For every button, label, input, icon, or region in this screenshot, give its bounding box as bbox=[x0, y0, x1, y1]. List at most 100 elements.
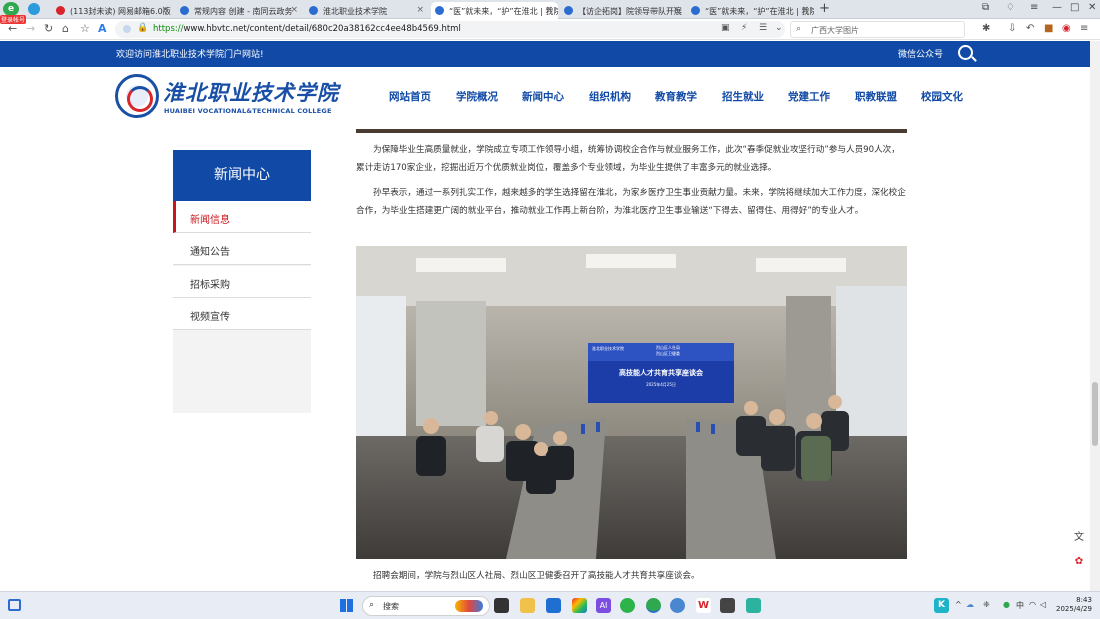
ai-assistant-icon[interactable]: A bbox=[98, 22, 107, 35]
window-close-icon[interactable]: ✕ bbox=[1088, 2, 1096, 13]
reload-icon[interactable]: ↻ bbox=[44, 22, 53, 35]
search-input[interactable]: ⌕ 广西大学图片 bbox=[790, 21, 965, 38]
new-tab-button[interactable]: + bbox=[819, 1, 830, 16]
tab-government-cloud[interactable]: 常规内容 创建 - 南同云政务 × bbox=[176, 2, 303, 19]
page-scrollbar[interactable] bbox=[1090, 41, 1100, 591]
tray-ime-icon[interactable]: 中 bbox=[1016, 600, 1024, 611]
tab-counter-icon[interactable]: ⧉ bbox=[982, 2, 989, 13]
site-header: 淮北职业技术学院 HUAIBEI VOCATIONAL&TECHNICAL CO… bbox=[0, 67, 1090, 129]
favorite-icon[interactable]: ☆ bbox=[80, 22, 90, 35]
store-icon[interactable] bbox=[546, 598, 561, 613]
tab-college-home[interactable]: 淮北职业技术学院 × bbox=[305, 2, 429, 19]
close-icon[interactable]: × bbox=[672, 5, 680, 15]
wechat-icon[interactable] bbox=[620, 598, 635, 613]
tab-netease-mail[interactable]: (113封未读) 网易邮箱6.0版 × bbox=[52, 2, 174, 19]
media-icon[interactable] bbox=[720, 598, 735, 613]
apps-icon[interactable] bbox=[572, 598, 587, 613]
ai-app-icon[interactable]: AI bbox=[596, 598, 611, 613]
assistant-float-icon[interactable]: ✿ bbox=[1071, 556, 1087, 572]
task-view-icon[interactable] bbox=[494, 598, 509, 613]
settings-menu-icon[interactable]: ≡ bbox=[1080, 23, 1088, 34]
tray-browser-icon[interactable]: ● bbox=[1003, 600, 1010, 609]
telegram-icon[interactable] bbox=[28, 3, 40, 15]
screen-organizer-1: 淮北职业技术学院 bbox=[592, 346, 624, 351]
taskbar-clock[interactable]: 8:43 2025/4/29 bbox=[1056, 596, 1092, 614]
start-icon[interactable] bbox=[340, 599, 353, 612]
login-badge[interactable]: 登录帐号 bbox=[0, 15, 27, 24]
sidebar-item-notices[interactable]: 通知公告 bbox=[173, 233, 311, 265]
wechat-link[interactable]: 微信公众号 bbox=[898, 47, 943, 60]
minimize-icon[interactable]: — bbox=[1052, 2, 1062, 13]
tray-up-icon[interactable]: ^ bbox=[955, 600, 962, 609]
nav-party-building[interactable]: 党建工作 bbox=[788, 89, 830, 104]
college-emblem-icon[interactable] bbox=[115, 74, 159, 118]
college-logo-text[interactable]: 淮北职业技术学院 bbox=[163, 77, 339, 107]
nav-campus-culture[interactable]: 校园文化 bbox=[921, 89, 963, 104]
article-paragraph: 为保障毕业生高质量就业，学院成立专项工作领导小组，统筹协调校企合作与就业服务工作… bbox=[356, 145, 900, 173]
shirt-icon[interactable]: ♢ bbox=[1006, 2, 1015, 13]
screen-organizer-2: 烈山区人社局 bbox=[656, 345, 680, 350]
clock-time: 8:43 bbox=[1076, 596, 1092, 604]
meeting-photo-drawing bbox=[356, 246, 907, 559]
nav-education[interactable]: 教育教学 bbox=[655, 89, 697, 104]
cloud-icon[interactable] bbox=[670, 598, 685, 613]
sidebar-item-videos[interactable]: 视频宣传 bbox=[173, 298, 311, 330]
screen-date: 2025年4月25日 bbox=[646, 382, 676, 387]
browser-taskbar-icon[interactable] bbox=[646, 598, 661, 613]
forward-icon[interactable]: → bbox=[26, 22, 35, 35]
maximize-icon[interactable]: □ bbox=[1070, 2, 1079, 13]
undo-icon[interactable]: ↶ bbox=[1026, 23, 1034, 34]
screenshot-icon[interactable]: ▣ bbox=[721, 23, 730, 33]
close-icon[interactable]: × bbox=[545, 5, 553, 15]
search-highlight-icon bbox=[455, 600, 483, 612]
scrollbar-thumb[interactable] bbox=[1092, 382, 1098, 446]
meeting-photo[interactable]: 淮北职业技术学院 烈山区人社局 烈山区卫健委 高技能人才共育共享座谈会 2025… bbox=[356, 246, 907, 559]
nav-about[interactable]: 学院概况 bbox=[456, 89, 498, 104]
tab-article-active[interactable]: “医”就未来，“护”在淮北 | 我院 × bbox=[431, 2, 558, 19]
wifi-icon[interactable]: ◠ bbox=[1029, 600, 1036, 609]
close-icon[interactable]: × bbox=[801, 5, 809, 15]
tray-cloud-icon[interactable]: ☁ bbox=[966, 600, 974, 609]
close-icon[interactable]: × bbox=[161, 5, 169, 15]
site-top-bar: 欢迎访问淮北职业技术学院门户网站! 微信公众号 bbox=[0, 41, 1090, 67]
wps-icon[interactable]: W bbox=[696, 598, 711, 613]
games-icon[interactable]: ◉ bbox=[1062, 23, 1071, 34]
tab-enterprise-visit[interactable]: 【访企拓岗】院领导带队开展 × bbox=[560, 2, 685, 19]
tray-sync-icon[interactable]: ❈ bbox=[983, 600, 990, 609]
tab-article-duplicate[interactable]: “医”就未来，“护”在淮北 | 我院 × bbox=[687, 2, 814, 19]
sidebar-item-bidding[interactable]: 招标采购 bbox=[173, 266, 311, 298]
globe-icon bbox=[309, 6, 318, 15]
shield-icon bbox=[123, 25, 131, 33]
sidebar-item-news-info[interactable]: 新闻信息 bbox=[173, 201, 311, 233]
mail-icon bbox=[56, 6, 65, 15]
lightning-icon[interactable]: ⚡ bbox=[741, 23, 747, 33]
chevron-down-icon[interactable]: ⌄ bbox=[775, 23, 783, 33]
extensions-icon[interactable]: ✱ bbox=[982, 23, 990, 34]
reader-icon[interactable]: ☰ bbox=[759, 23, 767, 33]
widgets-icon[interactable] bbox=[8, 599, 21, 611]
nav-organization[interactable]: 组织机构 bbox=[589, 89, 631, 104]
taskbar-search[interactable]: ⌕ 搜索 bbox=[362, 596, 490, 616]
translate-icon[interactable]: 文 bbox=[1071, 528, 1087, 544]
home-icon[interactable]: ⌂ bbox=[62, 22, 69, 35]
nav-alliance[interactable]: 职教联盟 bbox=[855, 89, 897, 104]
site-search-handle bbox=[971, 56, 977, 62]
windows-taskbar: ⌕ 搜索 AI W K ^ ☁ ❈ ● 中 ◠ ◁ 8:43 2025/4/29 bbox=[0, 591, 1100, 619]
close-icon[interactable]: × bbox=[290, 5, 298, 15]
k-app-icon[interactable]: K bbox=[934, 598, 949, 613]
nav-news[interactable]: 新闻中心 bbox=[522, 89, 564, 104]
close-icon[interactable]: × bbox=[416, 5, 424, 15]
browser-tab-strip: e 登录帐号 (113封未读) 网易邮箱6.0版 × 常规内容 创建 - 南同云… bbox=[0, 0, 1100, 24]
nav-admissions[interactable]: 招生就业 bbox=[722, 89, 764, 104]
browser-logo-icon[interactable]: e bbox=[3, 2, 19, 16]
volume-icon[interactable]: ◁ bbox=[1040, 600, 1046, 609]
url-field[interactable]: 🔒 https://www.hbvtc.net/content/detail/6… bbox=[115, 21, 785, 38]
previous-photo-edge bbox=[356, 129, 907, 133]
menu-icon[interactable]: ≡ bbox=[1030, 2, 1038, 13]
notes-icon[interactable] bbox=[746, 598, 761, 613]
file-explorer-icon[interactable] bbox=[520, 598, 535, 613]
toolbox-icon[interactable]: ■ bbox=[1044, 23, 1053, 34]
college-logo-english: HUAIBEI VOCATIONAL&TECHNICAL COLLEGE bbox=[164, 107, 332, 115]
nav-home[interactable]: 网站首页 bbox=[389, 89, 431, 104]
downloads-icon[interactable]: ⇩ bbox=[1008, 23, 1016, 34]
